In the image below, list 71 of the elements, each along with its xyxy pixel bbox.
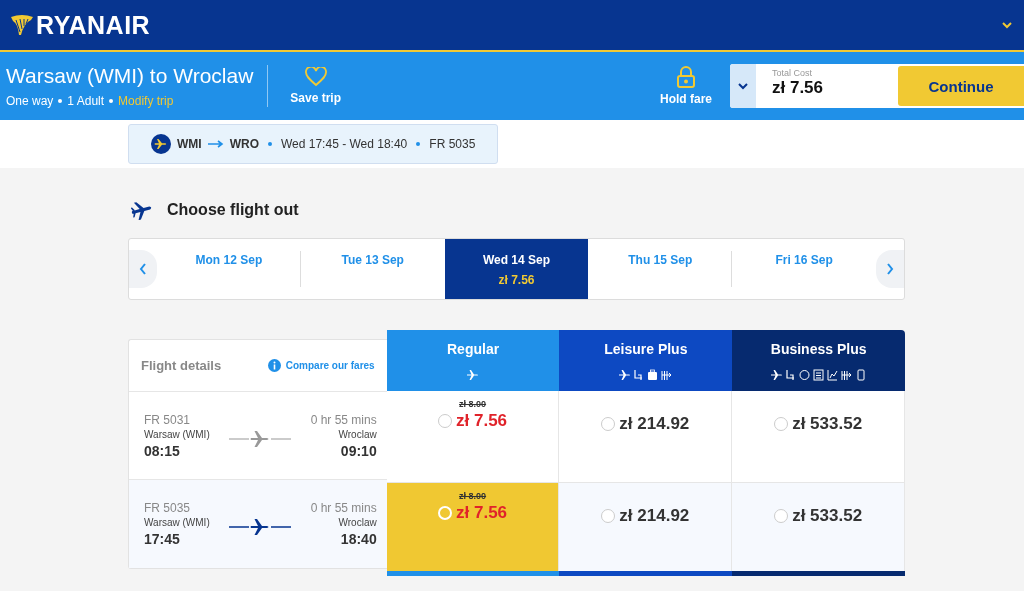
arrival-time: 18:40 <box>340 531 377 547</box>
trip-title: Warsaw (WMI) to Wroclaw <box>6 64 254 88</box>
radio-button[interactable] <box>774 417 789 431</box>
destination-code: WRO <box>229 137 259 151</box>
departure-time: 17:45 <box>144 531 181 547</box>
heart-icon <box>304 67 327 87</box>
total-cost-label: Total Cost <box>772 68 814 78</box>
previous-button[interactable] <box>129 250 157 288</box>
fare-price: zł 214.92 <box>619 414 690 434</box>
fare-price: zł 214.92 <box>619 506 690 526</box>
trip-type: One way <box>6 94 54 108</box>
route-plane-icon <box>229 429 292 448</box>
separator-dot <box>58 99 63 103</box>
fare-perks-icon <box>769 368 868 381</box>
destination-city: Wroclaw <box>338 428 377 440</box>
fare-cell[interactable]: zł 8.00 zł 7.56 <box>386 391 560 483</box>
date-tab[interactable]: Wed 14 Sep zł 7.56 <box>444 239 589 299</box>
arrival-time: 09:10 <box>340 442 377 459</box>
fare-cell[interactable]: zł 214.92 <box>559 483 733 571</box>
origin-city: Warsaw (WMI) <box>144 517 210 528</box>
fare-cell[interactable]: zł 533.52 <box>732 391 905 483</box>
flight-number: FR 5035 <box>144 501 192 515</box>
brand-logo[interactable]: RYANAIR <box>36 10 151 40</box>
total-cost-value: zł 7.56 <box>772 78 825 98</box>
column-heading: Flight details <box>141 358 222 373</box>
plane-icon <box>151 134 171 154</box>
separator-dot <box>268 142 272 146</box>
fare-cell[interactable]: zł 533.52 <box>732 483 905 571</box>
original-price: zł 8.00 <box>459 399 487 409</box>
chevron-left-icon <box>139 263 147 275</box>
origin-city: Warsaw (WMI) <box>144 428 210 440</box>
radio-button[interactable] <box>774 509 789 523</box>
fare-price: zł 533.52 <box>792 506 863 526</box>
original-price: zł 8.00 <box>459 491 487 501</box>
fare-cell[interactable]: zł 8.00 zł 7.56 <box>386 483 560 571</box>
radio-button[interactable] <box>601 509 616 523</box>
flight-number: FR 5035 <box>429 137 476 151</box>
expand-button[interactable] <box>730 64 756 108</box>
fare-price: zł 7.56 <box>456 503 508 523</box>
destination-city: Wroclaw <box>338 517 377 528</box>
harp-icon <box>10 14 34 36</box>
arrow-right-icon <box>207 140 224 148</box>
flight-number: FR 5031 <box>144 412 192 427</box>
chevron-down-icon <box>738 82 748 90</box>
fare-perks-icon <box>617 368 674 381</box>
radio-button[interactable] <box>601 417 616 431</box>
departure-time: 08:15 <box>144 442 181 459</box>
fare-price: zł 7.56 <box>456 411 508 431</box>
radio-button[interactable] <box>438 414 453 428</box>
fare-header: Business Plus <box>732 330 905 391</box>
fare-cell[interactable]: zł 214.92 <box>559 391 733 483</box>
flight-times: Wed 17:45 - Wed 18:40 <box>281 137 408 151</box>
fare-header: Regular <box>386 330 560 391</box>
chevron-right-icon <box>886 263 894 275</box>
passenger-count: 1 Adult <box>67 94 105 108</box>
fare-header: Leisure Plus <box>559 330 733 391</box>
flight-row[interactable]: FR 5035 Warsaw (WMI) 17:45 0 hr 55 mins Wroclaw 18:40 <box>129 480 387 568</box>
padlock-icon <box>676 66 696 88</box>
route-plane-icon <box>229 518 292 536</box>
flight-duration: 0 hr 55 mins <box>310 412 377 427</box>
next-button[interactable] <box>876 250 904 288</box>
separator-dot <box>109 99 114 103</box>
origin-code: WMI <box>177 137 202 151</box>
plane-icon <box>131 200 153 220</box>
continue-button[interactable]: Continue <box>898 66 1024 106</box>
separator-dot <box>416 142 421 146</box>
chevron-down-icon[interactable] <box>1002 21 1012 29</box>
info-icon <box>267 359 281 372</box>
flight-duration: 0 hr 55 mins <box>310 501 377 515</box>
fare-price: zł 533.52 <box>792 414 863 434</box>
section-heading: Choose flight out <box>167 201 299 219</box>
